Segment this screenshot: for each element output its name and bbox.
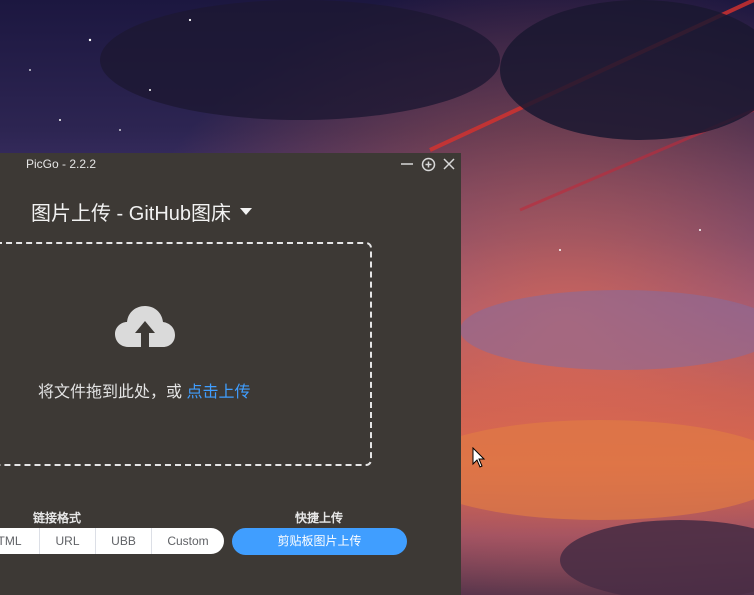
caret-down-icon: [240, 208, 253, 215]
click-upload-link[interactable]: 点击上传: [186, 384, 250, 401]
clipboard-upload-button[interactable]: 剪贴板图片上传: [232, 528, 407, 555]
mouse-cursor-icon: [472, 447, 486, 468]
minimize-icon[interactable]: [399, 156, 415, 172]
picbed-selector[interactable]: 图片上传 - GitHub图床: [31, 197, 253, 226]
upload-dropzone[interactable]: [0, 242, 372, 466]
picbed-title: 图片上传 - GitHub图床: [31, 203, 232, 225]
dropzone-text: 将文件拖到此处，或 点击上传: [38, 378, 250, 402]
close-icon[interactable]: [441, 156, 457, 172]
link-format-group: TML URL UBB Custom: [0, 528, 224, 554]
picgo-window: PicGo - 2.2.2 图片上传 - GitHub图床 将文件拖到此处，或 …: [0, 153, 461, 595]
format-url-button[interactable]: URL: [40, 528, 96, 554]
dropzone-instruction: 将文件拖到此处，或: [38, 384, 183, 401]
quick-upload-label: 快捷上传: [295, 511, 344, 525]
format-custom-button[interactable]: Custom: [152, 528, 224, 554]
title-bar[interactable]: PicGo - 2.2.2: [0, 153, 461, 175]
cloud-upload-icon: [115, 306, 175, 347]
format-ubb-button[interactable]: UBB: [96, 528, 152, 554]
link-format-label: 链接格式: [33, 511, 82, 525]
format-html-button[interactable]: TML: [0, 528, 40, 554]
pin-icon[interactable]: [420, 156, 436, 172]
window-title: PicGo - 2.2.2: [26, 157, 97, 171]
